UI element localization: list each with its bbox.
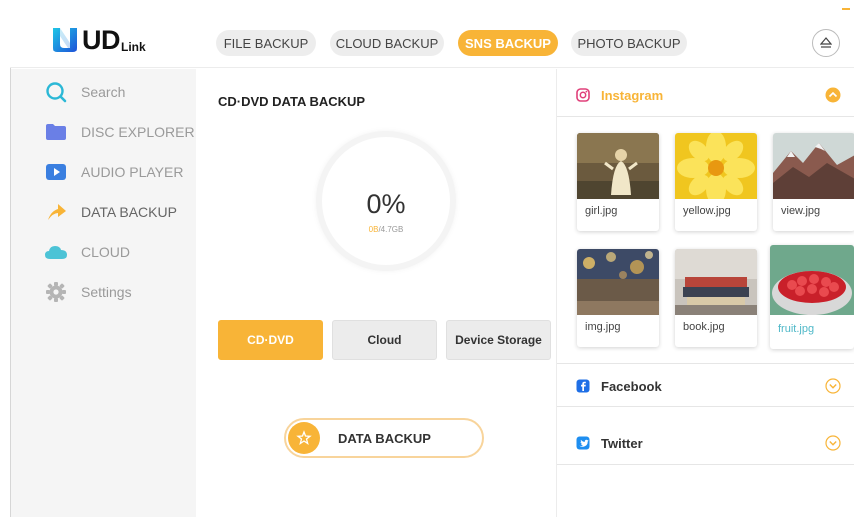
- option-label: CD·DVD: [247, 333, 294, 347]
- option-device-storage-button[interactable]: Device Storage: [446, 320, 551, 360]
- facebook-icon: [576, 379, 590, 393]
- instagram-header[interactable]: Instagram: [557, 73, 854, 117]
- facebook-header[interactable]: Facebook: [557, 363, 854, 407]
- sidebar-item-settings[interactable]: Settings: [11, 278, 196, 306]
- gear-icon: [44, 280, 68, 304]
- chevron-up-icon[interactable]: [825, 87, 841, 103]
- option-label: Cloud: [367, 333, 402, 347]
- twitter-header[interactable]: Twitter: [557, 421, 854, 465]
- photo-name: yellow.jpg: [683, 205, 731, 217]
- logo-text-sub: Link: [121, 40, 146, 54]
- eject-button[interactable]: [812, 29, 840, 57]
- tab-label: PHOTO BACKUP: [577, 35, 681, 51]
- backup-star-icon: [296, 430, 312, 446]
- data-backup-button[interactable]: DATA BACKUP: [284, 418, 484, 458]
- twitter-icon: [576, 436, 590, 450]
- photo-name: img.jpg: [585, 321, 621, 333]
- storage-used: 0B: [368, 225, 379, 234]
- sidebar: Search DISC EXPLORER AUDIO PLAYER DATA B…: [11, 69, 196, 517]
- tab-label: CLOUD BACKUP: [335, 35, 439, 51]
- backup-button-label: DATA BACKUP: [338, 431, 431, 446]
- option-cd-dvd-button[interactable]: CD·DVD: [218, 320, 323, 360]
- sns-panel: Instagram girl.jpg yellow.jpg view.jpg i…: [557, 69, 854, 517]
- window-corner-mark: [842, 8, 850, 10]
- photo-name: view.jpg: [781, 205, 821, 217]
- photo-thumb-fruit[interactable]: fruit.jpg: [770, 245, 854, 349]
- sidebar-item-search[interactable]: Search: [11, 78, 196, 106]
- photo-name: girl.jpg: [585, 205, 618, 217]
- photo-thumb-view[interactable]: view.jpg: [773, 133, 854, 231]
- instagram-icon: [576, 88, 590, 102]
- facebook-label: Facebook: [601, 379, 662, 394]
- sidebar-item-label: DATA BACKUP: [81, 204, 177, 220]
- search-icon: [44, 80, 68, 104]
- eject-icon: [820, 37, 832, 48]
- folder-icon: [44, 120, 68, 144]
- progress-ring: 0% 0B/4.7GB: [316, 131, 456, 271]
- storage-total: /4.7GB: [378, 225, 404, 234]
- cloud-icon: [44, 240, 68, 264]
- twitter-label: Twitter: [601, 436, 643, 451]
- sidebar-item-cloud[interactable]: CLOUD: [11, 238, 196, 266]
- sidebar-item-disc-explorer[interactable]: DISC EXPLORER: [11, 118, 196, 146]
- photo-name: fruit.jpg: [778, 323, 815, 335]
- play-icon: [44, 160, 68, 184]
- option-label: Device Storage: [455, 333, 542, 347]
- backup-panel: CD·DVD DATA BACKUP 0% 0B/4.7GB CD·DVD Cl…: [196, 69, 557, 517]
- sidebar-item-label: Search: [81, 84, 126, 100]
- backup-badge: [288, 422, 320, 454]
- sidebar-item-label: Settings: [81, 284, 132, 300]
- backup-arrow-icon: [44, 200, 68, 224]
- tab-sns-backup[interactable]: SNS BACKUP: [458, 30, 558, 56]
- photo-yellow-image: [675, 133, 757, 199]
- storage-usage: 0B/4.7GB: [322, 225, 450, 234]
- logo-mark-icon: [53, 28, 77, 52]
- logo-text-main: UD: [82, 25, 121, 55]
- sidebar-item-data-backup[interactable]: DATA BACKUP: [11, 198, 196, 226]
- tab-file-backup[interactable]: FILE BACKUP: [216, 30, 316, 56]
- photo-name: book.jpg: [683, 321, 725, 333]
- chevron-down-icon[interactable]: [825, 378, 841, 394]
- photo-girl-image: [577, 133, 659, 199]
- instagram-label: Instagram: [601, 88, 664, 103]
- top-bar: UD Link FILE BACKUP CLOUD BACKUP SNS BAC…: [10, 6, 854, 68]
- sidebar-item-label: DISC EXPLORER: [81, 124, 195, 140]
- tab-cloud-backup[interactable]: CLOUD BACKUP: [330, 30, 444, 56]
- app-logo: UD Link: [50, 24, 146, 54]
- photo-thumb-yellow[interactable]: yellow.jpg: [675, 133, 757, 231]
- photo-thumb-book[interactable]: book.jpg: [675, 249, 757, 347]
- photo-thumb-img[interactable]: img.jpg: [577, 249, 659, 347]
- photo-img-image: [577, 249, 659, 315]
- sidebar-item-label: CLOUD: [81, 244, 131, 260]
- photo-fruit-image: [770, 245, 854, 315]
- photo-thumb-girl[interactable]: girl.jpg: [577, 133, 659, 231]
- progress-percent: 0%: [366, 189, 406, 219]
- sidebar-item-audio-player[interactable]: AUDIO PLAYER: [11, 158, 196, 186]
- sidebar-item-label: AUDIO PLAYER: [81, 164, 184, 180]
- photo-view-image: [773, 133, 854, 199]
- section-title: CD·DVD DATA BACKUP: [218, 94, 366, 109]
- tab-label: FILE BACKUP: [223, 35, 309, 51]
- chevron-down-icon[interactable]: [825, 435, 841, 451]
- tab-label: SNS BACKUP: [465, 35, 551, 51]
- option-cloud-button[interactable]: Cloud: [332, 320, 437, 360]
- tab-photo-backup[interactable]: PHOTO BACKUP: [571, 30, 687, 56]
- photo-book-image: [675, 249, 757, 315]
